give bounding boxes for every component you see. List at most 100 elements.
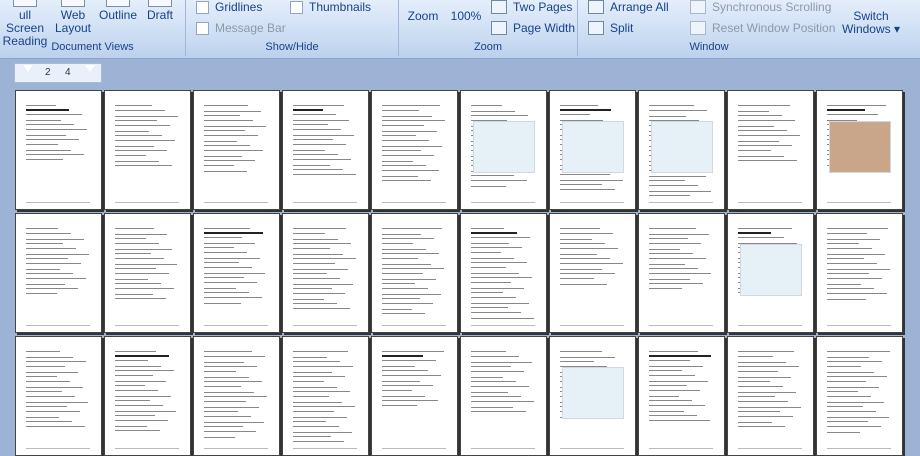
page-thumbnail[interactable] — [282, 213, 369, 333]
zoom-button[interactable]: Zoom — [403, 10, 443, 23]
page-width-button[interactable]: Page Width — [491, 21, 575, 35]
text-line — [382, 400, 438, 401]
text-line — [204, 156, 242, 157]
page-thumbnail[interactable] — [816, 90, 903, 210]
reset-window-position-button[interactable]: Reset Window Position — [690, 21, 835, 35]
synchronous-scrolling-button[interactable]: Synchronous Scrolling — [690, 0, 831, 14]
page-thumbnail[interactable] — [371, 336, 458, 456]
draft-button[interactable]: Draft — [142, 0, 178, 22]
figure-block — [651, 121, 713, 173]
web-layout-button[interactable]: Web Layout — [52, 0, 94, 35]
arrange-all-button[interactable]: Arrange All — [588, 0, 669, 14]
indent-marker-left-icon[interactable] — [23, 65, 33, 72]
page-footer-line — [827, 202, 891, 203]
message-bar-checkbox[interactable]: Message Bar — [196, 21, 286, 35]
text-line — [204, 252, 247, 253]
page-thumbnail[interactable] — [282, 90, 369, 210]
page-thumbnail[interactable] — [638, 90, 725, 210]
text-line — [560, 239, 592, 240]
page-thumbnail[interactable] — [638, 213, 725, 333]
text-line — [827, 263, 877, 264]
page-footer-line — [382, 448, 446, 449]
page-footer-line — [26, 325, 90, 326]
text-line — [26, 278, 86, 279]
switch-windows-button[interactable]: Switch Windows ▾ — [836, 10, 906, 36]
page-thumbnail[interactable] — [549, 90, 636, 210]
text-line — [738, 386, 783, 387]
text-line — [382, 313, 425, 314]
page-thumbnail[interactable] — [816, 336, 903, 456]
text-line — [560, 273, 615, 274]
thumbnails-checkbox[interactable]: Thumbnails — [290, 0, 371, 14]
text-line — [382, 375, 441, 376]
page-thumbnail[interactable] — [193, 90, 280, 210]
text-line — [115, 381, 166, 382]
page-footer-line — [649, 202, 713, 203]
text-line — [293, 114, 336, 115]
two-pages-button[interactable]: Two Pages — [491, 0, 572, 14]
text-line — [649, 351, 698, 352]
text-line — [115, 150, 167, 151]
page-thumbnail[interactable] — [104, 90, 191, 210]
page-thumbnail[interactable] — [727, 90, 814, 210]
message-bar-check-icon — [196, 21, 209, 35]
text-line — [827, 391, 858, 392]
text-line — [204, 288, 236, 289]
text-line — [204, 351, 252, 352]
ruler[interactable]: 2 4 — [14, 63, 102, 83]
page-thumbnail[interactable] — [193, 336, 280, 456]
text-line — [649, 195, 690, 196]
text-line — [560, 105, 598, 106]
page-thumbnail[interactable] — [638, 336, 725, 456]
page-thumbnail[interactable] — [15, 213, 102, 333]
page-thumbnail[interactable] — [371, 213, 458, 333]
page-thumbnail[interactable] — [460, 336, 547, 456]
page-thumbnail[interactable] — [549, 213, 636, 333]
text-line — [115, 370, 174, 371]
page-thumbnail[interactable] — [727, 336, 814, 456]
page-thumbnail[interactable] — [460, 90, 547, 210]
text-line — [382, 146, 442, 147]
text-line — [382, 283, 415, 284]
text-line — [115, 415, 155, 416]
text-line — [382, 176, 418, 177]
text-line — [560, 174, 610, 175]
text-line — [471, 362, 532, 363]
page-thumbnail[interactable] — [15, 90, 102, 210]
text-line — [293, 381, 324, 382]
page-thumbnail[interactable] — [371, 90, 458, 210]
text-line — [293, 366, 353, 367]
text-line — [204, 396, 267, 397]
page-footer-line — [382, 202, 446, 203]
indent-marker-right-icon[interactable] — [85, 65, 95, 72]
text-line — [827, 406, 863, 407]
text-line — [293, 288, 332, 289]
page-thumbnail[interactable] — [549, 336, 636, 456]
text-line — [293, 258, 356, 259]
text-line — [293, 426, 339, 427]
text-line — [649, 375, 695, 376]
text-line — [115, 146, 154, 147]
text-line — [560, 284, 607, 285]
split-button[interactable]: Split — [588, 21, 633, 35]
page-thumbnail[interactable] — [193, 213, 280, 333]
zoom-100-button[interactable]: 100% — [447, 10, 485, 23]
gridlines-checkbox[interactable]: Gridlines — [196, 0, 262, 14]
page-thumbnail[interactable] — [15, 336, 102, 456]
text-line — [26, 105, 56, 106]
arrange-all-icon — [588, 0, 604, 14]
outline-button[interactable]: Outline — [96, 0, 140, 22]
page-thumbnail[interactable] — [282, 336, 369, 456]
text-line — [115, 385, 145, 386]
page-thumbnail[interactable] — [104, 213, 191, 333]
text-line — [26, 159, 63, 160]
text-line — [115, 140, 175, 141]
page-thumbnail[interactable] — [816, 213, 903, 333]
text-line — [26, 417, 59, 418]
page-thumbnail[interactable] — [460, 213, 547, 333]
text-line — [738, 145, 792, 146]
text-line — [827, 293, 887, 294]
page-thumbnail[interactable] — [104, 336, 191, 456]
text-line — [26, 426, 85, 427]
page-thumbnail[interactable] — [727, 213, 814, 333]
